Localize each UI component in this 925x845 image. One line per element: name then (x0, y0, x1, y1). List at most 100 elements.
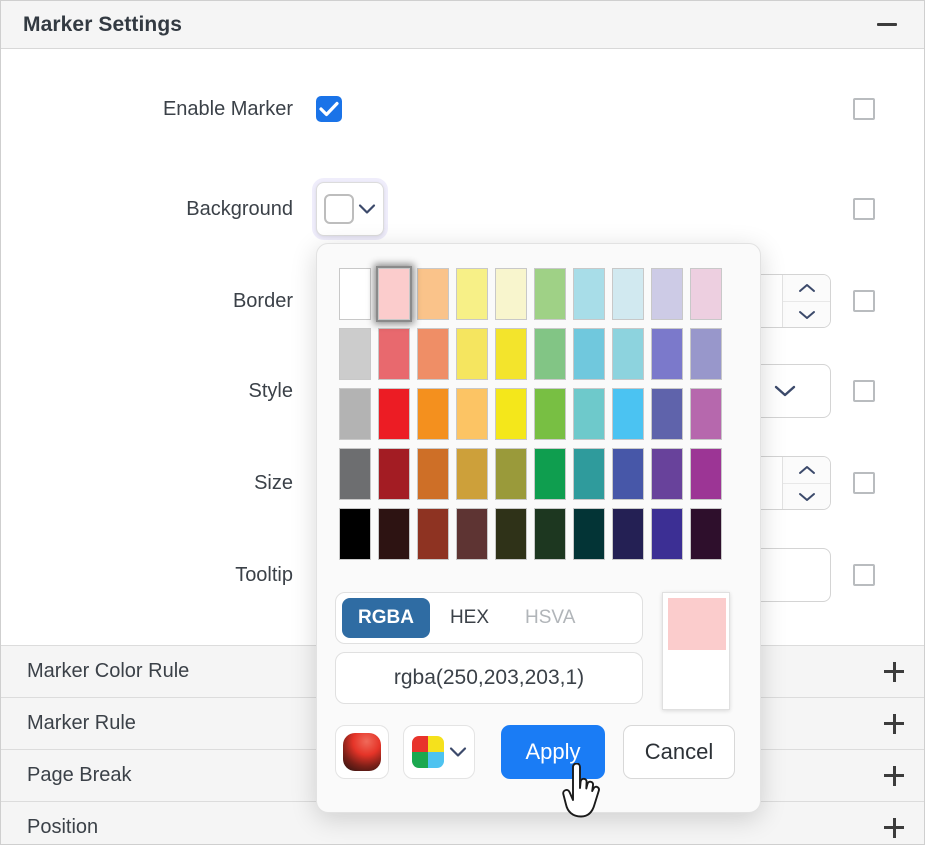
collapse-panel-button[interactable] (870, 8, 904, 42)
tab-hex[interactable]: HEX (434, 598, 505, 638)
palette-swatch[interactable] (494, 268, 527, 320)
size-spinner-up-button[interactable] (783, 457, 830, 483)
cancel-button[interactable]: Cancel (623, 725, 735, 779)
palette-swatch[interactable] (416, 388, 449, 440)
palette-swatch-cell (686, 504, 725, 564)
palette-swatch[interactable] (377, 388, 410, 440)
palette-swatch[interactable] (494, 328, 527, 380)
palette-swatch[interactable] (494, 388, 527, 440)
palette-swatch[interactable] (689, 448, 722, 500)
plus-icon[interactable] (884, 817, 904, 838)
palette-swatch[interactable] (338, 388, 371, 440)
palette-swatch-cell (374, 444, 413, 504)
plus-icon[interactable] (884, 765, 904, 786)
size-bind-checkbox[interactable] (853, 472, 875, 494)
chevron-down-icon (358, 204, 376, 214)
palette-swatch[interactable] (611, 268, 644, 320)
gradient-swatch-icon (343, 733, 381, 771)
background-bind-checkbox[interactable] (853, 198, 875, 220)
palette-swatch[interactable] (572, 508, 605, 560)
chevron-down-icon (798, 310, 815, 319)
palette-swatch[interactable] (611, 328, 644, 380)
palette-swatch[interactable] (416, 508, 449, 560)
palette-swatch[interactable] (572, 328, 605, 380)
palette-swatch[interactable] (611, 448, 644, 500)
plus-icon[interactable] (884, 713, 904, 734)
palette-swatch-cell (452, 504, 491, 564)
palette-swatch[interactable] (416, 448, 449, 500)
palette-swatch[interactable] (650, 448, 683, 500)
size-spinner-down-button[interactable] (783, 483, 830, 509)
palette-swatch[interactable] (416, 268, 449, 320)
palette-swatch[interactable] (689, 508, 722, 560)
color-picker-actions: Apply Cancel (335, 722, 745, 782)
palette-select-button[interactable] (403, 725, 475, 779)
palette-swatch[interactable] (377, 448, 410, 500)
palette-swatch[interactable] (572, 268, 605, 320)
palette-swatch[interactable] (533, 268, 566, 320)
border-bind-checkbox[interactable] (853, 290, 875, 312)
palette-swatch-cell (530, 264, 569, 324)
palette-swatch[interactable] (377, 328, 410, 380)
palette-swatch[interactable] (455, 328, 488, 380)
tooltip-bind-checkbox[interactable] (853, 564, 875, 586)
palette-swatch[interactable] (338, 268, 371, 320)
apply-button[interactable]: Apply (501, 725, 605, 779)
palette-swatch[interactable] (572, 388, 605, 440)
palette-swatch[interactable] (533, 388, 566, 440)
palette-swatch[interactable] (494, 508, 527, 560)
palette-swatch-cell (686, 384, 725, 444)
palette-swatch-cell (686, 444, 725, 504)
tab-hsva[interactable]: HSVA (509, 598, 591, 638)
palette-swatch[interactable] (689, 268, 722, 320)
color-picker-popup: RGBA HEX HSVA rgba(250,203,203,1) Apply … (316, 243, 761, 813)
palette-swatch[interactable] (611, 508, 644, 560)
style-bind-checkbox[interactable] (853, 380, 875, 402)
palette-swatch[interactable] (338, 328, 371, 380)
enable-marker-checkbox[interactable] (316, 96, 342, 122)
palette-swatch-cell (569, 324, 608, 384)
marker-settings-panel: Marker Settings Enable Marker Background (0, 0, 925, 845)
color-value-input[interactable]: rgba(250,203,203,1) (335, 652, 643, 704)
border-spinner-up-button[interactable] (783, 275, 830, 301)
palette-swatch-cell (452, 444, 491, 504)
palette-swatch-cell (530, 324, 569, 384)
palette-swatch[interactable] (650, 388, 683, 440)
palette-swatch[interactable] (494, 448, 527, 500)
panel-header: Marker Settings (1, 1, 924, 49)
palette-swatch[interactable] (572, 448, 605, 500)
palette-swatch[interactable] (455, 508, 488, 560)
background-color-button[interactable] (316, 182, 384, 236)
palette-swatch[interactable] (611, 388, 644, 440)
palette-swatch[interactable] (650, 508, 683, 560)
palette-swatch[interactable] (455, 268, 488, 320)
palette-swatch[interactable] (650, 268, 683, 320)
palette-swatch[interactable] (455, 388, 488, 440)
palette-swatch[interactable] (650, 328, 683, 380)
palette-swatch[interactable] (533, 448, 566, 500)
gradient-swatch-button[interactable] (335, 725, 389, 779)
palette-swatch[interactable] (377, 508, 410, 560)
border-spinner-down-button[interactable] (783, 301, 830, 327)
palette-swatch[interactable] (338, 508, 371, 560)
palette-swatch-cell (374, 504, 413, 564)
palette-swatch[interactable] (689, 328, 722, 380)
palette-swatch[interactable] (377, 268, 410, 320)
palette-swatch-cell (452, 324, 491, 384)
palette-swatch-cell (335, 504, 374, 564)
palette-swatch-cell (413, 384, 452, 444)
tab-rgba[interactable]: RGBA (342, 598, 430, 638)
enable-marker-bind-checkbox[interactable] (853, 98, 875, 120)
palette-swatch[interactable] (455, 448, 488, 500)
palette-swatch-cell (647, 444, 686, 504)
palette-swatch-cell (335, 264, 374, 324)
color-preview-panel (662, 592, 730, 710)
plus-icon[interactable] (884, 661, 904, 682)
palette-swatch[interactable] (689, 388, 722, 440)
label-border: Border (232, 289, 293, 312)
accordion-label: Marker Color Rule (27, 660, 190, 682)
palette-swatch[interactable] (416, 328, 449, 380)
palette-swatch[interactable] (533, 328, 566, 380)
palette-swatch[interactable] (338, 448, 371, 500)
palette-swatch[interactable] (533, 508, 566, 560)
